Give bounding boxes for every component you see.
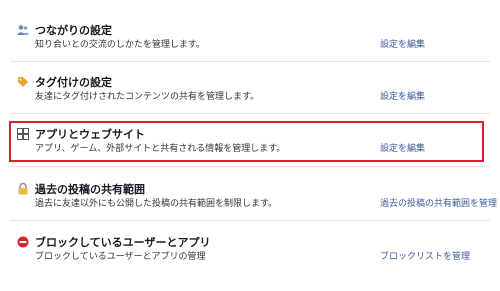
- setting-description: ブロックしているユーザーとアプリの管理: [35, 252, 206, 262]
- setting-description: 知り合いとの交流のしかたを管理します。: [35, 40, 206, 50]
- setting-description: 過去に友達以外にも公開した投稿の共有範囲を制限します。: [35, 199, 278, 209]
- edit-settings-link[interactable]: 設定を編集: [380, 40, 425, 51]
- divider: [10, 61, 490, 62]
- setting-description: 友達にタグ付けされたコンテンツの共有を管理します。: [35, 92, 260, 102]
- edit-settings-link[interactable]: 設定を編集: [380, 92, 425, 103]
- setting-row-past-posts: 過去の投稿の共有範囲 過去に友達以外にも公開した投稿の共有範囲を制限します。 過…: [0, 183, 500, 235]
- setting-title: 過去の投稿の共有範囲: [35, 183, 145, 196]
- setting-row-blocking: ブロックしているユーザーとアプリ ブロックしているユーザーとアプリの管理 ブロッ…: [0, 236, 500, 288]
- manage-past-posts-link[interactable]: 過去の投稿の共有範囲を管理: [380, 199, 497, 210]
- setting-title: タグ付けの設定: [35, 76, 112, 89]
- setting-row-connections: つながりの設定 知り合いとの交流のしかたを管理します。 設定を編集: [0, 24, 500, 76]
- divider: [10, 166, 490, 167]
- divider: [10, 220, 490, 221]
- divider: [10, 113, 490, 114]
- tag-icon: [17, 76, 29, 88]
- people-icon: [17, 24, 29, 36]
- highlight-box: [9, 121, 484, 162]
- block-icon: [17, 236, 29, 248]
- lock-icon: [17, 183, 29, 195]
- manage-block-list-link[interactable]: ブロックリストを管理: [380, 252, 470, 263]
- setting-title: つながりの設定: [35, 24, 112, 37]
- setting-title: ブロックしているユーザーとアプリ: [35, 236, 211, 249]
